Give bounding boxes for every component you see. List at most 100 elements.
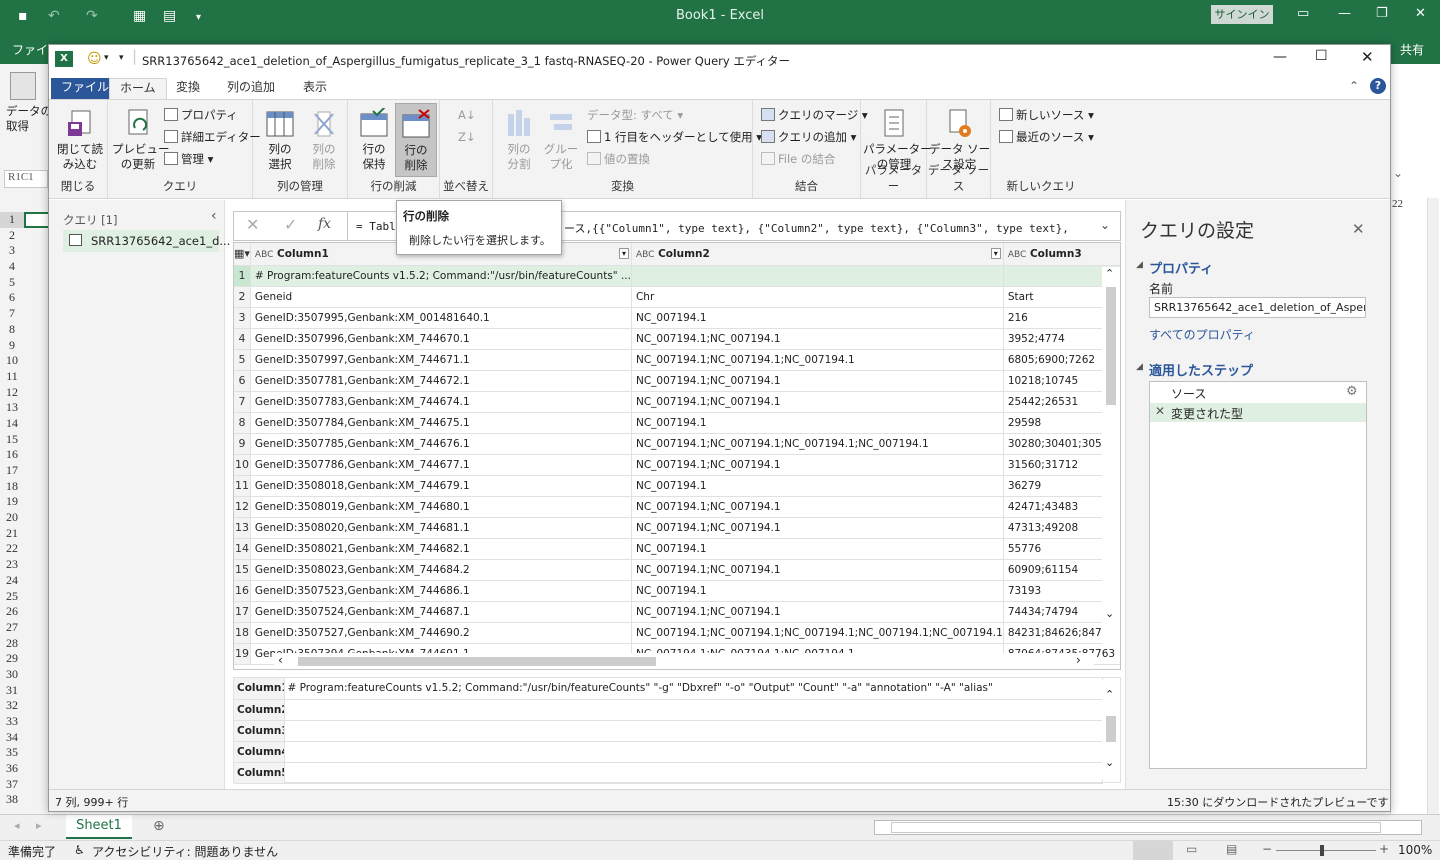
name-box[interactable]: R1C1 [4, 170, 48, 188]
row-index[interactable]: 1 [234, 265, 251, 287]
table-cell[interactable]: GeneID:3508023,Genbank:XM_744684.2 [250, 559, 632, 581]
excel-row-header[interactable]: 8 [0, 322, 24, 338]
page-layout-icon[interactable]: ▭ [1186, 842, 1197, 856]
collapse-queries-icon[interactable]: ‹ [211, 208, 217, 224]
excel-row-header[interactable]: 23 [0, 557, 24, 573]
grid-hscroll[interactable]: ‹ › [274, 653, 1094, 669]
get-data-icon[interactable] [10, 72, 36, 100]
remove-rows-button[interactable]: 行の 削除 [395, 103, 437, 177]
excel-row-header[interactable]: 36 [0, 761, 24, 777]
table-cell[interactable]: NC_007194.1;NC_007194.1;NC_007194.1 [631, 349, 1004, 371]
table-cell[interactable]: GeneID:3507783,Genbank:XM_744674.1 [250, 391, 632, 413]
grid-vscroll-thumb[interactable] [1106, 287, 1116, 405]
table-cell[interactable]: GeneID:3507524,Genbank:XM_744687.1 [250, 601, 632, 623]
table-row[interactable]: 5 GeneID:3507997,Genbank:XM_744671.1 NC_00… [234, 349, 1120, 371]
text-type-icon[interactable]: ABC [1008, 250, 1026, 260]
query-name-input[interactable]: SRR13765642_ace1_deletion_of_Aspergillus… [1149, 297, 1366, 318]
text-type-icon[interactable]: ABC [636, 250, 654, 260]
table-cell[interactable]: GeneID:3508020,Genbank:XM_744681.1 [250, 517, 632, 539]
excel-row-header[interactable]: 18 [0, 479, 24, 495]
merge-queries-button[interactable]: クエリのマージ ▾ [761, 106, 868, 124]
zoom-slider-thumb[interactable] [1320, 845, 1324, 856]
zoom-out-icon[interactable]: − [1262, 842, 1272, 856]
tab-home[interactable]: ホーム [109, 78, 167, 99]
combine-files-button[interactable]: File の結合 [761, 150, 835, 168]
excel-row-header[interactable]: 9 [0, 338, 24, 354]
table-cell[interactable]: NC_007194.1;NC_007194.1 [631, 601, 1004, 623]
excel-row-header[interactable]: 32 [0, 698, 24, 714]
table-row[interactable]: 3 GeneID:3507995,Genbank:XM_001481640.1 NC… [234, 307, 1120, 329]
fx-icon[interactable]: fx [318, 216, 331, 232]
step-source[interactable]: ソース ⚙ [1150, 383, 1366, 402]
confirm-formula-icon[interactable]: ✓ [284, 215, 297, 234]
excel-row-header[interactable]: 2 [0, 228, 24, 244]
table-cell[interactable] [631, 265, 1004, 287]
grid-vscroll[interactable]: ⌃ ⌄ [1102, 267, 1120, 647]
group-by-button[interactable]: グルー プ化 [541, 108, 581, 172]
close-and-load-button[interactable]: 閉じて読 み込む [55, 108, 105, 172]
table-cell[interactable]: Geneid [250, 286, 632, 308]
row-index[interactable]: 16 [234, 580, 251, 602]
grid-hscroll-thumb[interactable] [298, 657, 656, 666]
table-cell[interactable]: GeneID:3508018,Genbank:XM_744679.1 [250, 475, 632, 497]
preview-value[interactable] [284, 762, 1103, 784]
excel-row-header[interactable]: 1 [0, 212, 24, 228]
zoom-in-icon[interactable]: + [1379, 842, 1389, 856]
excel-row-header[interactable]: 19 [0, 494, 24, 510]
tab-transform[interactable]: 変換 [166, 78, 210, 99]
excel-row-header[interactable]: 31 [0, 683, 24, 699]
feedback-dropdown-icon[interactable]: ▾ [104, 53, 109, 63]
preview-scroll-up-icon[interactable]: ⌃ [1105, 688, 1114, 701]
table-row[interactable]: 10 GeneID:3507786,Genbank:XM_744677.1 NC_0… [234, 454, 1120, 476]
choose-columns-button[interactable]: 列の 選択 [259, 108, 301, 172]
row-index[interactable]: 7 [234, 391, 251, 413]
formula-text-start[interactable]: = Tabl [356, 220, 396, 233]
excel-row-header[interactable]: 26 [0, 604, 24, 620]
add-sheet-icon[interactable]: ⊕ [153, 818, 165, 834]
sort-ascending-icon[interactable]: A↓ [458, 106, 476, 124]
selected-cell[interactable] [24, 212, 50, 228]
table-row[interactable]: 15 GeneID:3508023,Genbank:XM_744684.2 NC_0… [234, 559, 1120, 581]
table-cell[interactable]: GeneID:3507997,Genbank:XM_744671.1 [250, 349, 632, 371]
expand-properties-icon[interactable]: ◢ [1136, 260, 1143, 270]
query-item[interactable]: SRR13765642_ace1_d... [63, 230, 230, 252]
preview-value[interactable] [284, 699, 1103, 721]
table-cell[interactable]: NC_007194.1 [631, 412, 1004, 434]
row-index[interactable]: 6 [234, 370, 251, 392]
table-cell[interactable]: Chr [631, 286, 1004, 308]
row-index[interactable]: 9 [234, 433, 251, 455]
row-index[interactable]: 12 [234, 496, 251, 518]
excel-row-header[interactable]: 30 [0, 667, 24, 683]
excel-row-header[interactable]: 13 [0, 400, 24, 416]
next-sheet-icon[interactable]: ▸ [36, 819, 42, 832]
row-index[interactable]: 19 [234, 643, 251, 665]
excel-row-header[interactable]: 5 [0, 275, 24, 291]
table-cell[interactable]: GeneID:3507523,Genbank:XM_744686.1 [250, 580, 632, 602]
help-icon[interactable]: ? [1370, 78, 1386, 94]
table-row[interactable]: 12 GeneID:3508019,Genbank:XM_744680.1 NC_0… [234, 496, 1120, 518]
table-row[interactable]: 2 Geneid Chr Start [234, 286, 1120, 308]
cancel-formula-icon[interactable]: ✕ [246, 215, 259, 234]
row-index[interactable]: 4 [234, 328, 251, 350]
table-cell[interactable]: GeneID:3507786,Genbank:XM_744677.1 [250, 454, 632, 476]
table-menu-icon[interactable]: ▦▾ [234, 243, 251, 266]
table-cell[interactable]: NC_007194.1;NC_007194.1 [631, 328, 1004, 350]
preview-vscroll-thumb[interactable] [1106, 716, 1116, 742]
status-accessibility[interactable]: アクセシビリティ: 問題ありません [92, 843, 278, 860]
excel-row-header[interactable]: 33 [0, 714, 24, 730]
table-cell[interactable]: GeneID:3507995,Genbank:XM_001481640.1 [250, 307, 632, 329]
excel-row-header[interactable]: 12 [0, 385, 24, 401]
table-cell[interactable]: NC_007194.1;NC_007194.1;NC_007194.1;NC_0… [631, 433, 1004, 455]
filter-dropdown-icon[interactable]: ▾ [618, 247, 629, 259]
table-row[interactable]: 11 GeneID:3508018,Genbank:XM_744679.1 NC_0… [234, 475, 1120, 497]
scroll-up-icon[interactable]: ⌃ [1105, 267, 1114, 280]
excel-row-header[interactable]: 10 [0, 353, 24, 369]
scroll-left-icon[interactable]: ‹ [278, 653, 283, 667]
table-cell[interactable]: NC_007194.1 [631, 475, 1004, 497]
data-type-dropdown[interactable]: データ型: すべて ▾ [587, 106, 683, 124]
step-changed-type[interactable]: ✕ 変更された型 [1150, 403, 1366, 422]
excel-row-header[interactable]: 7 [0, 306, 24, 322]
pq-minimize-icon[interactable]: — [1273, 49, 1287, 65]
properties-button[interactable]: プロパティ [164, 106, 238, 124]
minimize-icon[interactable]: — [1338, 6, 1351, 21]
